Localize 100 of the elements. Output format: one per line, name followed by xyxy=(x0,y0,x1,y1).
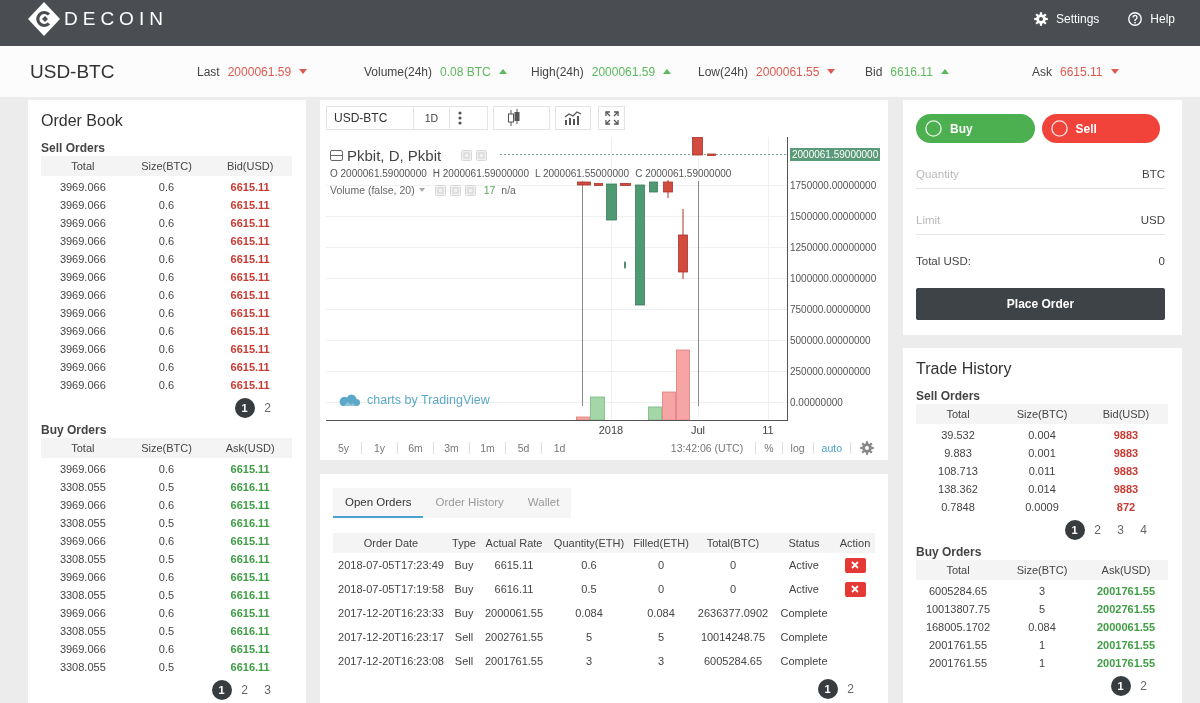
legend-toggle-icon[interactable] xyxy=(461,149,473,161)
table-cell: 3308.055 xyxy=(59,661,106,673)
column-header: Type xyxy=(452,537,476,549)
cancel-order-button[interactable] xyxy=(844,581,866,597)
table-cell: 5 xyxy=(585,631,593,643)
candlestick xyxy=(649,181,658,193)
range-button[interactable]: 5d xyxy=(506,442,541,454)
table-cell: 10013807.75 xyxy=(925,603,991,615)
axis-label: 11 xyxy=(762,424,774,436)
page-button[interactable]: 1 xyxy=(817,679,838,699)
input-field[interactable]: Limit xyxy=(916,209,1141,231)
table-cell: 0.6 xyxy=(158,217,175,229)
table-cell: 2017-12-20T16:23:17 xyxy=(338,631,444,643)
sell-button[interactable]: Sell xyxy=(1041,114,1160,143)
more-button[interactable] xyxy=(450,106,488,130)
symbol-field[interactable]: USD-BTC xyxy=(326,106,414,130)
column-header: Action xyxy=(839,537,871,549)
axis-label: Jul xyxy=(690,424,706,436)
table-cell: 0.084 xyxy=(1028,621,1056,633)
market-pair: USD-BTC xyxy=(30,60,115,82)
input-field[interactable]: Quantity xyxy=(916,163,1142,185)
legend-toggle-icon[interactable] xyxy=(434,184,446,196)
price-cell: 6615.11 xyxy=(230,643,270,655)
page-button[interactable]: 2 xyxy=(257,398,278,418)
price-cell: 9883 xyxy=(1113,429,1139,441)
table-cell: Active xyxy=(789,583,819,595)
cancel-order-button[interactable] xyxy=(844,557,866,573)
table-cell: 39.532 xyxy=(941,429,975,441)
table-cell: Sell xyxy=(454,655,474,667)
table-cell: 0.5 xyxy=(158,553,175,565)
stat-label: Bid xyxy=(865,64,883,79)
axis-label: 1500000.00000000 xyxy=(790,210,877,222)
settings-link[interactable]: Settings xyxy=(1033,12,1100,26)
range-button[interactable]: 1d xyxy=(542,442,577,454)
table-cell: 2001761.55 xyxy=(484,655,544,667)
page-button[interactable]: 2 xyxy=(840,679,861,699)
page-button[interactable]: 2 xyxy=(1087,520,1108,540)
scale-option[interactable]: log xyxy=(782,442,813,454)
table-cell: 5 xyxy=(1038,603,1046,615)
scale-option[interactable]: % xyxy=(756,442,782,454)
price-cell: 2000061.55 xyxy=(1096,621,1156,633)
table-cell: 0.5 xyxy=(581,583,597,595)
table-cell: 2636377.0902 xyxy=(697,607,769,619)
range-button[interactable]: 6m xyxy=(398,442,433,454)
page-button[interactable]: 1 xyxy=(1064,520,1085,540)
table-cell: 3969.066 xyxy=(59,271,106,283)
legend-toggle-icon[interactable] xyxy=(476,149,488,161)
close-icon xyxy=(851,561,859,569)
ohlc-value: C 2000061.59000000 xyxy=(635,167,732,179)
page-button[interactable]: 3 xyxy=(257,680,278,700)
page-button[interactable]: 1 xyxy=(234,398,255,418)
table-cell: 0.6 xyxy=(158,181,175,193)
interval-button[interactable]: 1D xyxy=(414,106,450,130)
page-button[interactable]: 4 xyxy=(1133,520,1154,540)
table-cell: 0.6 xyxy=(158,307,175,319)
table-cell: 10014248.75 xyxy=(700,631,766,643)
stat-value: 2000061.59 xyxy=(227,64,292,79)
help-link[interactable]: Help xyxy=(1128,12,1175,26)
range-button[interactable]: 1y xyxy=(362,442,397,454)
legend-toggle-icon[interactable] xyxy=(449,184,461,196)
candlestick xyxy=(577,181,591,186)
indicator-value: 17 xyxy=(483,184,496,196)
range-button[interactable]: 1m xyxy=(470,442,505,454)
page-button[interactable]: 1 xyxy=(1110,676,1131,696)
caret-down-icon[interactable] xyxy=(418,188,425,192)
page-button[interactable]: 3 xyxy=(1110,520,1131,540)
page-button[interactable]: 1 xyxy=(211,680,232,700)
column-header: Total xyxy=(946,408,970,420)
place-order-button[interactable]: Place Order xyxy=(916,288,1165,320)
table-cell: 2017-12-20T16:23:08 xyxy=(338,655,444,667)
table-cell: 2001761.55 xyxy=(928,657,988,669)
table-cell: 0.6 xyxy=(158,535,175,547)
column-header: Bid(USD) xyxy=(226,160,274,172)
price-cell: 6615.11 xyxy=(230,361,270,373)
stat-value: 6616.11 xyxy=(890,64,933,79)
tab[interactable]: Open Orders xyxy=(333,488,424,518)
collapse-icon[interactable] xyxy=(330,149,343,161)
indicators-button[interactable] xyxy=(555,106,591,130)
range-button[interactable]: 5y xyxy=(326,442,361,454)
table-cell: 0 xyxy=(729,559,737,571)
column-header: Order Date xyxy=(363,537,419,549)
table-cell: 0.001 xyxy=(1028,447,1056,459)
legend-toggle-icon[interactable] xyxy=(464,184,476,196)
table-cell: 3308.055 xyxy=(59,589,106,601)
price-cell: 2001761.55 xyxy=(1096,657,1156,669)
table-cell: 0.014 xyxy=(1028,483,1056,495)
chart-style-button[interactable] xyxy=(493,106,550,130)
panel-title: Order Book xyxy=(41,111,124,131)
price-cell: 9883 xyxy=(1113,447,1139,459)
page-button[interactable]: 2 xyxy=(1133,676,1154,696)
range-button[interactable]: 3m xyxy=(434,442,469,454)
price-cell: 6616.11 xyxy=(230,589,270,601)
page-button[interactable]: 2 xyxy=(234,680,255,700)
axis-label: 1000000.00000000 xyxy=(790,272,877,284)
stat-label: Ask xyxy=(1032,64,1052,79)
table-cell: 0.6 xyxy=(158,361,175,373)
axis-label: 250000.00000000 xyxy=(790,365,871,377)
table-cell: 138.362 xyxy=(938,483,978,495)
price-cell: 6615.11 xyxy=(230,607,270,619)
fullscreen-button[interactable] xyxy=(598,106,625,130)
